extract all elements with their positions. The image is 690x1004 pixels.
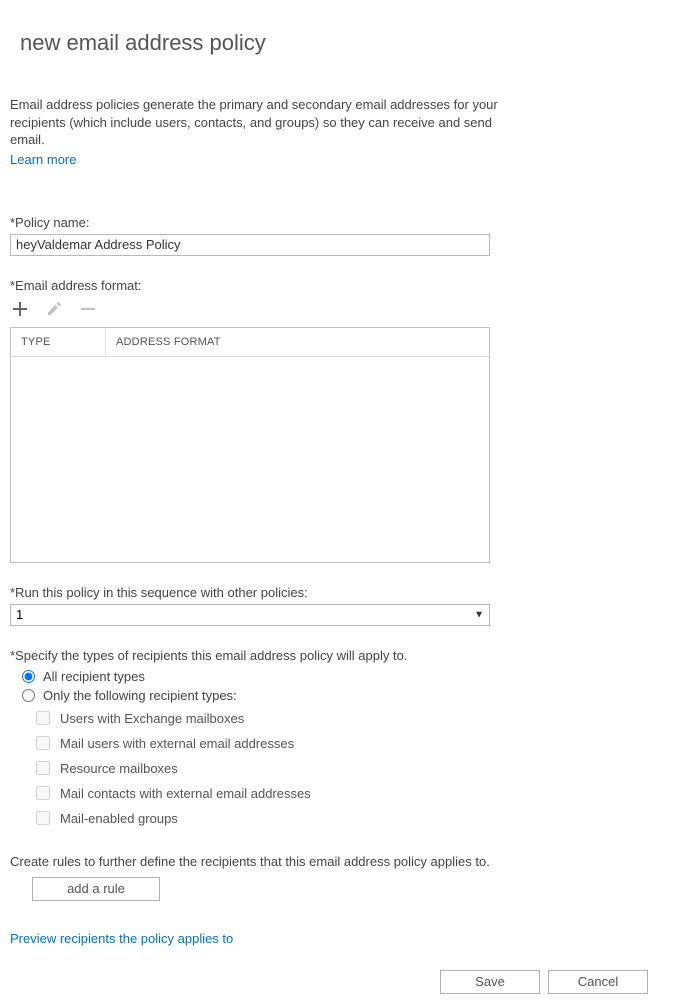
create-rules-text: Create rules to further define the recip… [10, 854, 680, 869]
check-users-exchange-label: Users with Exchange mailboxes [60, 711, 244, 726]
radio-all-recipients[interactable] [22, 670, 35, 683]
check-mail-groups[interactable] [36, 811, 50, 825]
add-rule-button[interactable]: add a rule [32, 877, 160, 901]
remove-button[interactable] [78, 301, 98, 321]
col-format[interactable]: ADDRESS FORMAT [106, 328, 489, 356]
specify-label: *Specify the types of recipients this em… [10, 648, 680, 663]
plus-icon [12, 301, 28, 320]
radio-only-label: Only the following recipient types: [43, 688, 237, 703]
sequence-label: *Run this policy in this sequence with o… [10, 585, 680, 600]
check-mail-contacts-label: Mail contacts with external email addres… [60, 786, 311, 801]
grid-header: TYPE ADDRESS FORMAT [11, 328, 489, 357]
minus-icon [80, 301, 96, 320]
check-mail-users[interactable] [36, 736, 50, 750]
edit-button[interactable] [44, 301, 64, 321]
check-resource-label: Resource mailboxes [60, 761, 178, 776]
col-type[interactable]: TYPE [11, 328, 106, 356]
add-button[interactable] [10, 301, 30, 321]
check-mail-groups-label: Mail-enabled groups [60, 811, 178, 826]
pencil-icon [46, 301, 62, 320]
check-mail-contacts[interactable] [36, 786, 50, 800]
preview-recipients-link[interactable]: Preview recipients the policy applies to [10, 931, 233, 946]
check-mail-users-label: Mail users with external email addresses [60, 736, 294, 751]
radio-all-label: All recipient types [43, 669, 145, 684]
format-toolbar [10, 301, 680, 321]
grid-body [11, 357, 489, 562]
radio-only-following[interactable] [22, 689, 35, 702]
check-users-exchange[interactable] [36, 711, 50, 725]
policy-name-input[interactable] [10, 234, 490, 256]
cancel-button[interactable]: Cancel [548, 970, 648, 994]
policy-name-label: *Policy name: [10, 215, 680, 230]
format-grid: TYPE ADDRESS FORMAT [10, 327, 490, 563]
page-title: new email address policy [20, 30, 680, 56]
intro-text: Email address policies generate the prim… [10, 96, 530, 149]
sequence-select[interactable]: 1 [10, 604, 490, 626]
save-button[interactable]: Save [440, 970, 540, 994]
learn-more-link[interactable]: Learn more [10, 152, 76, 167]
check-resource[interactable] [36, 761, 50, 775]
format-label: *Email address format: [10, 278, 680, 293]
